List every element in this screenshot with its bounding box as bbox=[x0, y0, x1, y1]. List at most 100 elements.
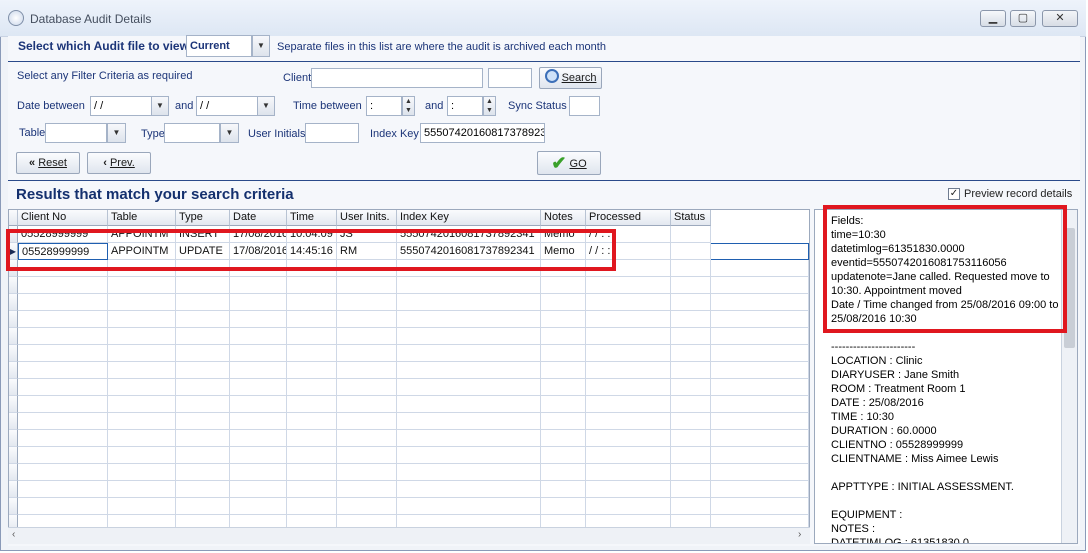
empty-cell[interactable] bbox=[108, 379, 176, 396]
empty-cell[interactable] bbox=[397, 396, 541, 413]
empty-cell[interactable] bbox=[230, 447, 287, 464]
empty-cell[interactable] bbox=[397, 277, 541, 294]
empty-cell[interactable] bbox=[337, 413, 397, 430]
empty-cell[interactable] bbox=[176, 430, 230, 447]
empty-cell[interactable] bbox=[397, 498, 541, 515]
empty-cell[interactable] bbox=[586, 345, 671, 362]
empty-cell[interactable] bbox=[287, 464, 337, 481]
empty-cell[interactable] bbox=[541, 396, 586, 413]
empty-cell[interactable] bbox=[337, 277, 397, 294]
date-from-input[interactable]: / / bbox=[90, 96, 152, 116]
empty-cell[interactable] bbox=[287, 294, 337, 311]
empty-cell[interactable] bbox=[711, 498, 809, 515]
time-from-input[interactable]: : bbox=[366, 96, 402, 116]
table-dropdown-icon[interactable]: ▼ bbox=[107, 123, 126, 143]
empty-cell[interactable] bbox=[287, 328, 337, 345]
empty-cell[interactable] bbox=[108, 396, 176, 413]
empty-cell[interactable] bbox=[230, 498, 287, 515]
empty-cell[interactable] bbox=[671, 396, 711, 413]
empty-cell[interactable] bbox=[18, 345, 108, 362]
empty-cell[interactable] bbox=[586, 362, 671, 379]
empty-cell[interactable] bbox=[711, 379, 809, 396]
empty-cell[interactable] bbox=[397, 345, 541, 362]
empty-cell[interactable] bbox=[671, 413, 711, 430]
empty-cell[interactable] bbox=[287, 498, 337, 515]
empty-cell[interactable] bbox=[711, 362, 809, 379]
empty-cell[interactable] bbox=[18, 311, 108, 328]
empty-cell[interactable] bbox=[108, 413, 176, 430]
empty-cell[interactable] bbox=[230, 396, 287, 413]
empty-cell[interactable] bbox=[108, 277, 176, 294]
empty-cell[interactable] bbox=[18, 362, 108, 379]
empty-cell[interactable] bbox=[671, 447, 711, 464]
empty-cell[interactable] bbox=[671, 498, 711, 515]
empty-cell[interactable] bbox=[397, 464, 541, 481]
empty-cell[interactable] bbox=[711, 328, 809, 345]
empty-cell[interactable] bbox=[586, 294, 671, 311]
empty-cell[interactable] bbox=[711, 277, 809, 294]
empty-cell[interactable] bbox=[541, 345, 586, 362]
empty-cell[interactable] bbox=[176, 362, 230, 379]
empty-cell[interactable] bbox=[711, 396, 809, 413]
empty-cell[interactable] bbox=[176, 413, 230, 430]
column-header-user-inits[interactable]: User Inits. bbox=[337, 210, 397, 226]
empty-cell[interactable] bbox=[337, 396, 397, 413]
empty-cell[interactable] bbox=[671, 345, 711, 362]
preview-checkbox[interactable]: ✓ bbox=[948, 188, 960, 200]
maximize-button[interactable]: ▢ bbox=[1010, 10, 1036, 27]
empty-cell[interactable] bbox=[108, 481, 176, 498]
row-selector[interactable] bbox=[9, 413, 18, 430]
empty-cell[interactable] bbox=[337, 379, 397, 396]
empty-cell[interactable] bbox=[108, 311, 176, 328]
row-selector[interactable] bbox=[9, 311, 18, 328]
horizontal-scrollbar[interactable]: ‹ › bbox=[8, 527, 810, 544]
empty-cell[interactable] bbox=[586, 396, 671, 413]
empty-cell[interactable] bbox=[541, 430, 586, 447]
search-button[interactable]: Search bbox=[539, 67, 602, 89]
empty-cell[interactable] bbox=[230, 345, 287, 362]
empty-cell[interactable] bbox=[671, 362, 711, 379]
empty-cell[interactable] bbox=[108, 430, 176, 447]
empty-cell[interactable] bbox=[176, 311, 230, 328]
empty-cell[interactable] bbox=[18, 481, 108, 498]
empty-cell[interactable] bbox=[541, 498, 586, 515]
column-header-client-no[interactable]: Client No bbox=[18, 210, 108, 226]
empty-cell[interactable] bbox=[586, 447, 671, 464]
scroll-left-icon[interactable]: ‹ bbox=[12, 529, 15, 540]
empty-cell[interactable] bbox=[671, 294, 711, 311]
empty-cell[interactable] bbox=[337, 481, 397, 498]
empty-cell[interactable] bbox=[108, 328, 176, 345]
empty-cell[interactable] bbox=[337, 294, 397, 311]
empty-cell[interactable] bbox=[230, 379, 287, 396]
empty-cell[interactable] bbox=[397, 362, 541, 379]
empty-cell[interactable] bbox=[230, 328, 287, 345]
empty-cell[interactable] bbox=[230, 430, 287, 447]
empty-cell[interactable] bbox=[586, 464, 671, 481]
empty-cell[interactable] bbox=[287, 345, 337, 362]
empty-cell[interactable] bbox=[176, 396, 230, 413]
row-selector[interactable] bbox=[9, 345, 18, 362]
empty-cell[interactable] bbox=[711, 430, 809, 447]
empty-cell[interactable] bbox=[541, 328, 586, 345]
empty-cell[interactable] bbox=[108, 294, 176, 311]
empty-cell[interactable] bbox=[230, 362, 287, 379]
time-from-spinner-icon[interactable]: ▲ ▼ bbox=[402, 96, 415, 116]
column-header-status[interactable]: Status bbox=[671, 210, 711, 226]
empty-cell[interactable] bbox=[230, 413, 287, 430]
empty-cell[interactable] bbox=[18, 379, 108, 396]
empty-cell[interactable] bbox=[711, 481, 809, 498]
row-selector[interactable] bbox=[9, 277, 18, 294]
row-selector[interactable] bbox=[9, 294, 18, 311]
empty-cell[interactable] bbox=[337, 447, 397, 464]
empty-cell[interactable] bbox=[337, 430, 397, 447]
empty-cell[interactable] bbox=[671, 379, 711, 396]
row-selector[interactable] bbox=[9, 447, 18, 464]
empty-cell[interactable] bbox=[18, 464, 108, 481]
empty-cell[interactable] bbox=[586, 481, 671, 498]
empty-cell[interactable] bbox=[176, 447, 230, 464]
row-selector[interactable] bbox=[9, 481, 18, 498]
table-cell[interactable] bbox=[671, 226, 711, 243]
column-header-table[interactable]: Table bbox=[108, 210, 176, 226]
empty-cell[interactable] bbox=[337, 311, 397, 328]
row-selector[interactable] bbox=[9, 362, 18, 379]
